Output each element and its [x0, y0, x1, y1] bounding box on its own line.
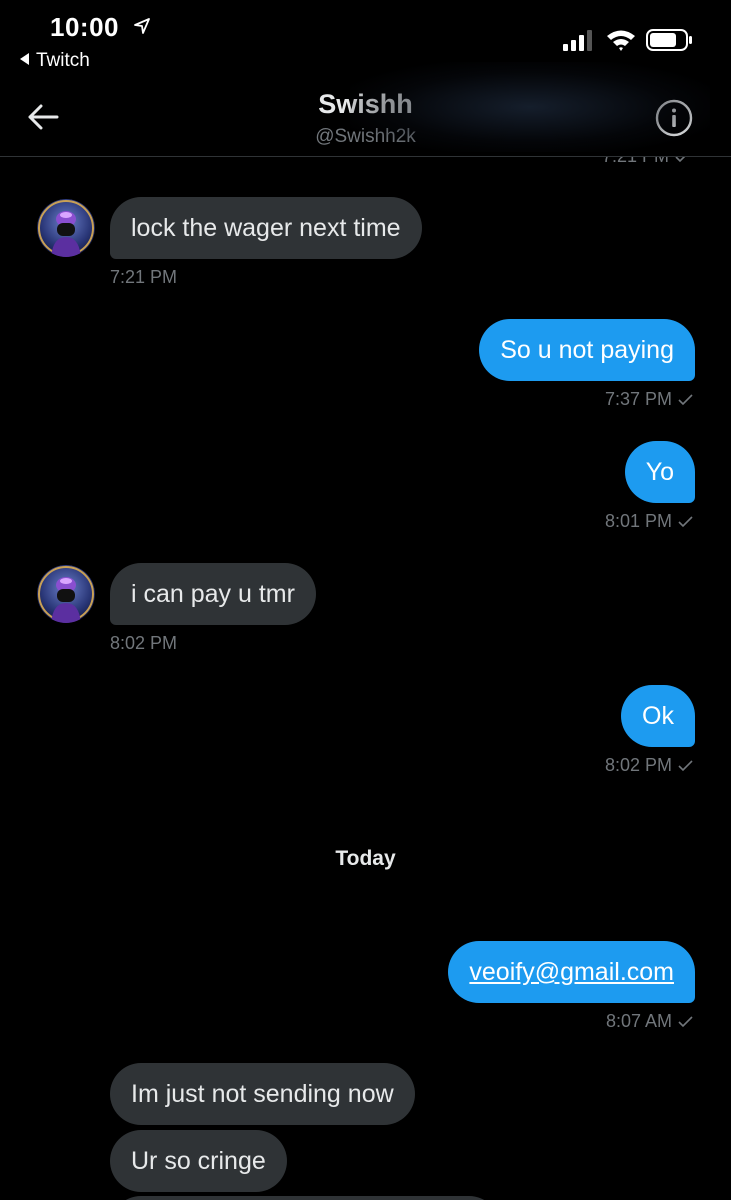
message-bubble-outgoing[interactable]: So u not paying	[479, 319, 695, 381]
message-timestamp: 8:02 PM	[605, 755, 693, 776]
location-arrow-icon	[134, 18, 150, 34]
message-timestamp-text: 7:37 PM	[604, 389, 672, 409]
wifi-icon	[607, 30, 635, 51]
sent-check-icon	[678, 1016, 693, 1028]
status-time: 10:00	[50, 12, 119, 42]
message-bubble-outgoing[interactable]: Yo	[624, 441, 695, 503]
message-bubble-outgoing[interactable]: Ok	[621, 685, 695, 747]
message-timestamp-text: 8:07 AM	[605, 1011, 672, 1031]
message-timestamp: 8:02 PM	[110, 633, 178, 653]
day-separator: Today	[335, 847, 396, 870]
message-timestamp: 7:21 PM	[110, 267, 178, 287]
message-bubble-outgoing-link[interactable]: veoify@gmail.com	[448, 941, 695, 1003]
sent-check-icon	[678, 760, 693, 772]
status-bar: 10:00 Twitch	[0, 0, 731, 80]
avatar-image	[37, 199, 95, 257]
conversation-header: Swishh @Swishh2k	[0, 80, 731, 157]
message-timestamp-text: 8:02 PM	[604, 755, 672, 775]
conversation-title[interactable]: Swishh	[0, 89, 731, 120]
info-icon[interactable]	[655, 99, 693, 137]
conversation-handle: @Swishh2k	[315, 126, 416, 147]
battery-icon	[646, 29, 692, 51]
avatar[interactable]	[37, 199, 95, 257]
back-to-app-link[interactable]: Twitch	[20, 50, 90, 72]
back-app-label: Twitch	[36, 50, 90, 71]
message-timestamp: 8:01 PM	[605, 511, 693, 532]
message-timestamp-text: 8:01 PM	[604, 511, 672, 531]
message-bubble-incoming-partial[interactable]	[110, 1196, 500, 1200]
message-bubble-incoming[interactable]: i can pay u tmr	[110, 563, 316, 625]
message-bubble-incoming[interactable]: Im just not sending now	[110, 1063, 415, 1125]
sent-check-icon	[678, 516, 693, 528]
message-timestamp: 7:37 PM	[605, 389, 693, 410]
avatar[interactable]	[37, 565, 95, 623]
cellular-signal-icon	[563, 30, 592, 51]
message-bubble-incoming[interactable]: Ur so cringe	[110, 1130, 287, 1192]
back-triangle-icon	[20, 53, 29, 65]
avatar-image	[37, 565, 95, 623]
sent-check-icon	[678, 394, 693, 406]
message-timestamp: 8:07 AM	[606, 1011, 693, 1032]
message-bubble-incoming[interactable]: lock the wager next time	[110, 197, 422, 259]
